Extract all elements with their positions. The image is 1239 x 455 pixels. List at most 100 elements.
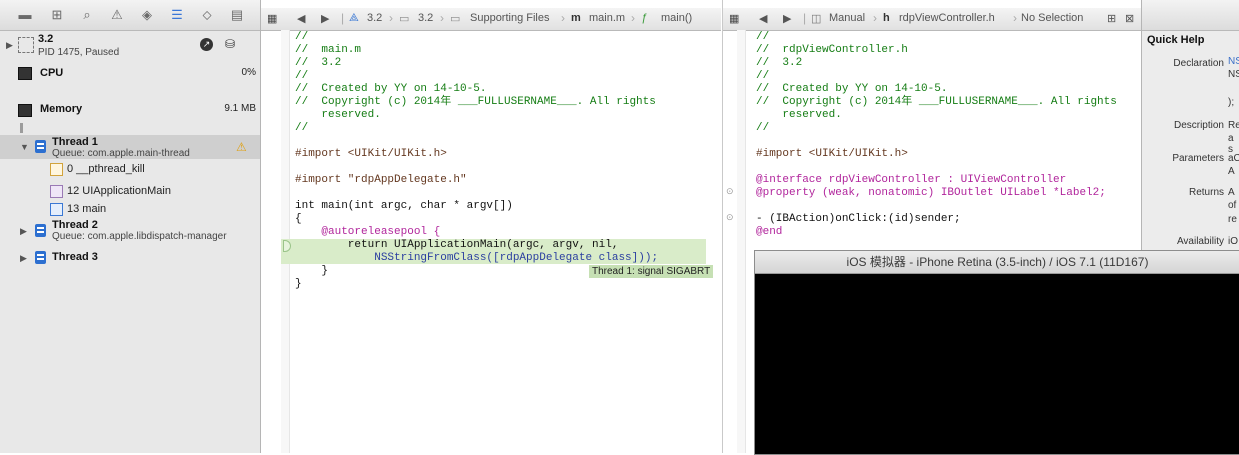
h-file-icon: h [883, 12, 890, 24]
thread-row[interactable]: ▶ Thread 3 [0, 248, 260, 268]
code-line: // [756, 31, 770, 43]
code-line: @interface rdpViewController : UIViewCon… [756, 174, 1067, 186]
thread-title: Thread 3 [52, 251, 98, 263]
folder-icon[interactable]: ▬ [18, 8, 32, 22]
disclosure-icon[interactable]: ▶ [6, 40, 13, 51]
assistant-mode[interactable]: Manual [829, 12, 865, 24]
thread-row[interactable]: ▶ Thread 2 Queue: com.apple.libdispatch-… [0, 218, 260, 244]
stack-frame-row[interactable]: 12 UIApplicationMain [0, 182, 260, 200]
search-icon[interactable]: ⌕ [80, 8, 94, 22]
thread-icon [35, 224, 46, 237]
forward-icon[interactable]: ▶ [783, 12, 791, 25]
warning-icon: ⚠ [236, 140, 247, 154]
code-line: // rdpViewController.h [756, 44, 908, 56]
memory-icon [18, 104, 32, 117]
back-icon[interactable]: ◀ [759, 12, 767, 25]
process-row[interactable]: ▶ 3.2 PID 1475, Paused ↗ ⛁ [0, 31, 260, 63]
layout-icon: ◫ [811, 13, 822, 25]
breadcrumb[interactable]: Supporting Files [470, 12, 550, 24]
declaration-value[interactable]: NS [1228, 56, 1239, 67]
disclosure-open-icon[interactable]: ▼ [20, 142, 29, 152]
jump-bar: ▦ ◀ ▶ | ⟁ 3.2 › ▭ 3.2 › ▭ Supporting Fil… [261, 8, 721, 31]
parameters-value: aC [1228, 153, 1239, 164]
code-line: int main(int argc, char * argv[]) [295, 200, 513, 212]
back-icon[interactable]: ◀ [297, 12, 305, 25]
memory-gauge-row[interactable]: Memory 9.1 MB [0, 100, 260, 124]
app-icon [18, 37, 34, 53]
stack-frame-row[interactable]: 13 main [0, 200, 260, 218]
warning-icon[interactable]: ⚠ [110, 8, 124, 22]
disclosure-icon[interactable]: ▶ [20, 253, 27, 264]
parameters-label: Parameters [1172, 153, 1224, 164]
close-icon[interactable]: ⊠ [1125, 12, 1134, 25]
primary-editor[interactable]: ▦ ◀ ▶ | ⟁ 3.2 › ▭ 3.2 › ▭ Supporting Fil… [261, 0, 721, 453]
code-line: #import <UIKit/UIKit.h> [295, 148, 447, 160]
frame-icon [50, 163, 63, 176]
thread-queue: Queue: com.apple.main-thread [52, 148, 190, 159]
breadcrumb[interactable]: main() [661, 12, 692, 24]
breadcrumb[interactable]: 3.2 [418, 12, 433, 24]
parameters-value: A [1228, 166, 1235, 177]
declaration-value: NS [1228, 69, 1239, 80]
code-line: // Copyright (c) 2014年 ___FULLUSERNAME__… [295, 96, 656, 108]
thread-row[interactable]: ▼ Thread 1 Queue: com.apple.main-thread … [0, 135, 260, 159]
test-icon[interactable]: ◈ [140, 8, 154, 22]
frame-label: 0 __pthread_kill [67, 163, 145, 175]
connection-indicator-icon[interactable]: ⊙ [726, 186, 734, 197]
disclosure-icon[interactable]: ▶ [20, 226, 27, 237]
log-icon[interactable]: ▤ [230, 8, 244, 22]
code-line: // [295, 122, 309, 134]
folder-icon: ▭ [399, 13, 410, 25]
tree-line [20, 123, 23, 133]
forward-icon[interactable]: ▶ [321, 12, 329, 25]
cpu-gauge-row[interactable]: CPU 0% [0, 64, 260, 88]
thread-title: Thread 2 [52, 219, 98, 231]
process-status: PID 1475, Paused [38, 47, 120, 58]
cpu-icon [18, 67, 32, 80]
connection-indicator-icon[interactable]: ⊙ [726, 212, 734, 223]
debug-navigator-icon[interactable]: ☰ [170, 8, 184, 22]
code-line: reserved. [295, 109, 381, 121]
availability-value: iO [1228, 236, 1238, 247]
breakpoint-icon[interactable]: ⬦ [200, 8, 214, 22]
breadcrumb[interactable]: main.m [589, 12, 625, 24]
related-items-icon[interactable]: ▦ [267, 12, 277, 25]
code-line: @property (weak, nonatomic) IBOutlet UIL… [756, 187, 1106, 199]
breadcrumb[interactable]: No Selection [1021, 12, 1083, 24]
process-options-icon[interactable]: ⛁ [225, 37, 235, 51]
editor-gutter [737, 30, 746, 453]
quick-help-title: Quick Help [1147, 34, 1205, 46]
code-line: // 3.2 [295, 57, 342, 69]
debug-navigator: ▬ ⊞ ⌕ ⚠ ◈ ☰ ⬦ ▤ ▶ 3.2 PID 1475, Paused ↗… [0, 0, 261, 453]
stack-frame-row[interactable]: 0 __pthread_kill [0, 160, 260, 178]
code-line: // [295, 31, 309, 43]
add-editor-icon[interactable]: ⊞ [1107, 12, 1116, 25]
related-items-icon[interactable]: ▦ [729, 12, 739, 25]
code-line: // main.m [295, 44, 362, 56]
simulator-window[interactable]: iOS 模拟器 - iPhone Retina (3.5-inch) / iOS… [754, 250, 1239, 455]
breadcrumb[interactable]: rdpViewController.h [899, 12, 995, 24]
memory-value: 9.1 MB [224, 103, 256, 114]
simulator-screen[interactable] [755, 274, 1239, 454]
gauge-icon[interactable]: ↗ [200, 38, 213, 51]
code-line: @end [756, 226, 783, 238]
project-icon: ⟁ [349, 12, 359, 24]
code-line: - (IBAction)onClick:(id)sender; [756, 213, 961, 225]
declaration-label: Declaration [1173, 58, 1224, 69]
code-line: } [295, 278, 302, 290]
code-line: // Copyright (c) 2014年 ___FULLUSERNAME__… [756, 96, 1117, 108]
code-line: @autoreleasepool { [295, 226, 441, 238]
description-value: Re [1228, 120, 1239, 131]
simulator-title-bar[interactable]: iOS 模拟器 - iPhone Retina (3.5-inch) / iOS… [755, 251, 1239, 274]
code-line: } [295, 265, 329, 277]
thread-icon [35, 251, 46, 264]
user-icon [50, 203, 63, 216]
code-line: // [295, 70, 309, 82]
availability-label: Availability [1176, 236, 1224, 247]
frame-label: 13 main [67, 203, 107, 215]
code-line: // 3.2 [756, 57, 803, 69]
memory-label: Memory [40, 103, 83, 115]
hierarchy-icon[interactable]: ⊞ [50, 8, 64, 22]
breadcrumb[interactable]: 3.2 [367, 12, 382, 24]
code-line: #import <UIKit/UIKit.h> [756, 148, 908, 160]
